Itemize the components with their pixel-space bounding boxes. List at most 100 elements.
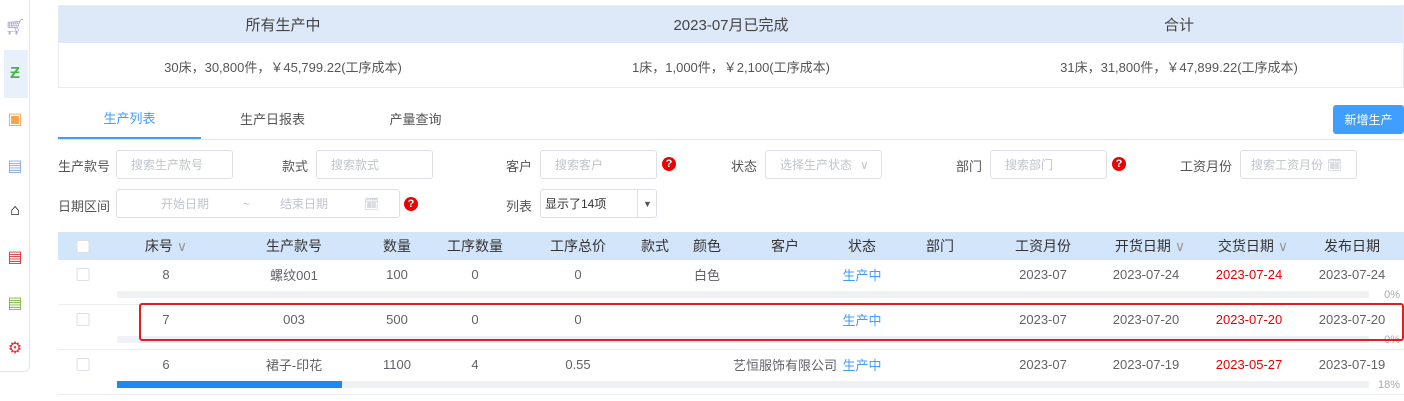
sort-icon[interactable]: ∨ [177,238,187,255]
cell-wage: 2023-07 [1019,266,1067,282]
col-publish-date: 发布日期 [1324,238,1380,254]
cell-status[interactable]: 生产中 [842,350,881,378]
wage-month-placeholder: 搜索工资月份 [1251,158,1324,172]
production-icon[interactable]: Ƶ [4,63,26,85]
cell-proc-total: 0 [574,266,582,282]
row-checkbox[interactable] [76,267,90,281]
cart-icon[interactable]: 🛒︎ [4,16,26,38]
col-proc-total: 工序总价 [550,238,606,254]
summary-value: 30床，30,800件，￥45,799.22(工序成本) [164,59,402,75]
col-style-no: 生产款号 [266,238,322,254]
new-production-button[interactable]: 新增生产 [1333,105,1404,134]
cell-open: 2023-07-19 [1112,356,1180,372]
col-status: 状态 [848,238,876,254]
style-label: 款式 [282,159,309,174]
customer-input[interactable]: 搜索客户 [540,150,657,179]
table-row[interactable]: 6 裙子-印花 1100 4 0.55 艺恒服饰有限公司 生产中 2023-07 2023-07… [58,350,1404,395]
summary-header: 合计 [1163,17,1194,34]
cell-bed: 6 [162,356,170,372]
tab-production-list[interactable]: 生产列表 [58,98,201,139]
wage-month-input[interactable]: 搜索工资月份 🗓︎ [1240,150,1357,179]
tab-daily-report[interactable]: 生产日报表 [201,98,344,139]
list-label: 列表 [506,199,533,214]
row-checkbox[interactable] [76,312,90,326]
progress-bar [117,291,1369,298]
tab-output-query[interactable]: 产量查询 [344,98,487,139]
summary-header: 所有生产中 [245,17,321,34]
status-select[interactable]: 选择生产状态 ∨ [765,150,882,179]
col-color: 颜色 [693,238,721,254]
sort-icon[interactable]: ∨ [1175,238,1185,255]
customer-label: 客户 [506,159,533,174]
tab-bar: 生产列表 生产日报表 产量查询 [58,98,1404,140]
progress-percent: 18% [1377,379,1400,391]
sidebar: 🛒︎ Ƶ ▣ ▤ ⌂ ▤ ▤ ⚙ [0,0,30,372]
chevron-down-icon: ∨ [860,157,869,172]
col-open-date[interactable]: 开货日期 ∨ [1115,232,1185,260]
end-date-placeholder: 结束日期 [280,197,329,211]
cell-proc-total: 0.55 [565,356,591,372]
highlight-box [139,303,1404,341]
calendar-icon: 🗓︎ [1327,157,1343,172]
cell-wage: 2023-07 [1019,356,1067,372]
cell-color: 白色 [693,267,721,283]
status-label: 状态 [731,159,758,174]
caret-down-icon[interactable]: ▼ [637,190,657,217]
col-qty: 数量 [383,238,411,254]
style-input[interactable]: 搜索款式 [316,150,433,179]
col-customer: 客户 [771,238,799,254]
summary-value: 1床，1,000件，￥2,100(工序成本) [632,59,830,75]
date-range-input[interactable]: 开始日期 ~ 结束日期 🗓︎ [116,189,400,218]
cell-delivery: 2023-07-24 [1215,266,1283,282]
cell-proc-qty: 4 [471,356,479,372]
sort-icon[interactable]: ∨ [1278,238,1288,255]
cell-qty: 100 [386,266,408,282]
help-icon[interactable]: ? [404,197,418,211]
style-no-input[interactable]: 搜索生产款号 [116,150,233,179]
progress-bar [117,381,1369,388]
progress-percent: 0% [1384,289,1400,301]
report-search-icon[interactable]: ▤ [4,155,26,177]
cell-publish: 2023-07-19 [1318,356,1386,372]
col-delivery-date[interactable]: 交货日期 ∨ [1218,232,1288,260]
document-check-icon[interactable]: ▤ [4,292,26,314]
cell-bed: 8 [162,266,170,282]
col-style: 款式 [641,238,669,254]
dept-label: 部门 [956,159,983,174]
list-columns-select[interactable]: 显示了14项 ▼ [540,189,657,218]
style-no-label: 生产款号 [58,159,111,174]
clipboard-minus-icon[interactable]: ▤ [4,246,26,268]
table-row[interactable]: 8 螺纹001 100 0 0 白色 生产中 2023-07 2023-07-24 2023-07… [58,260,1404,305]
help-icon[interactable]: ? [662,157,676,171]
status-select-placeholder: 选择生产状态 [780,158,853,172]
settings-icon[interactable]: ⚙ [4,337,26,359]
wallet-icon[interactable]: ▣ [4,108,26,130]
cell-proc-qty: 0 [471,266,479,282]
list-columns-value: 显示了14项 [545,197,607,211]
cell-qty: 1100 [383,356,411,372]
cell-publish: 2023-07-24 [1318,266,1386,282]
select-all-checkbox[interactable] [76,239,90,253]
summary-header: 2023-07月已完成 [673,17,789,34]
row-checkbox[interactable] [76,357,90,371]
cell-open: 2023-07-24 [1112,266,1180,282]
warehouse-icon[interactable]: ⌂ [4,200,26,222]
summary-panel: 所有生产中 2023-07月已完成 合计 30床，30,800件，￥45,799… [58,5,1404,88]
col-proc-qty: 工序数量 [447,238,503,254]
help-icon[interactable]: ? [1112,157,1126,171]
date-range-label: 日期区间 [58,199,111,214]
calendar-icon: 🗓︎ [364,196,380,211]
table-header: 床号 ∨ 生产款号 数量 工序数量 工序总价 款式 颜色 客户 状态 部门 工资月… [58,232,1404,260]
cell-style-no: 裙子-印花 [265,357,323,373]
dept-input[interactable]: 搜索部门 [990,150,1107,179]
cell-style-no: 螺纹001 [270,267,318,283]
col-wage-month: 工资月份 [1015,238,1071,254]
summary-value: 31床，31,800件，￥47,899.22(工序成本) [1060,59,1298,75]
cell-status[interactable]: 生产中 [842,260,881,288]
col-dept: 部门 [926,238,954,254]
col-bed-no[interactable]: 床号 ∨ [145,232,187,260]
cell-customer: 艺恒服饰有限公司 [732,357,838,373]
date-separator: ~ [243,196,251,211]
cell-delivery: 2023-05-27 [1215,356,1283,372]
start-date-placeholder: 开始日期 [161,197,210,211]
